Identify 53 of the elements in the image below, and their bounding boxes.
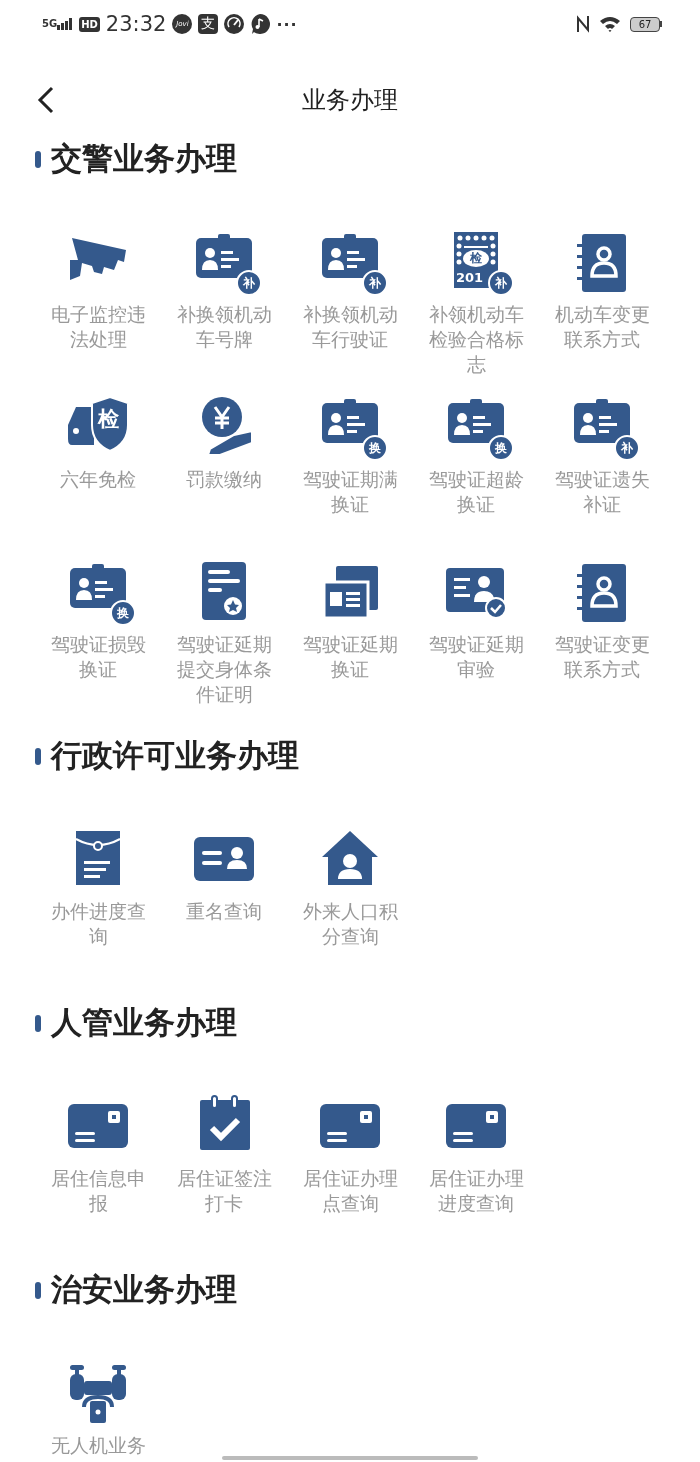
section-marker <box>35 1281 41 1299</box>
service-label[interactable]: 电子监控违法处理 <box>42 302 154 352</box>
section-marker <box>35 1014 41 1032</box>
back-icon[interactable] <box>36 86 56 114</box>
service-label[interactable]: 补领机动车检验合格标志 <box>420 302 532 377</box>
badge: 换 <box>362 435 388 461</box>
signal-icon <box>57 18 74 30</box>
shield-text: 检 <box>98 406 119 433</box>
more-indicator: ··· <box>276 14 298 34</box>
music-bubble-icon <box>250 14 271 34</box>
service-label[interactable]: 驾驶证期满换证 <box>294 467 406 517</box>
year-text: 201 <box>456 270 484 285</box>
service-label[interactable]: 罚款缴纳 <box>168 467 280 492</box>
service-label[interactable]: 驾驶证损毁换证 <box>42 632 154 682</box>
service-label[interactable]: 驾驶证变更联系方式 <box>546 632 658 682</box>
service-label[interactable]: 居住证签注打卡 <box>168 1166 280 1216</box>
gauge-icon <box>224 14 245 34</box>
section-marker <box>35 150 41 168</box>
service-label[interactable]: 居住信息申报 <box>42 1166 154 1216</box>
service-label[interactable]: 居住证办理进度查询 <box>420 1166 532 1216</box>
section-title: 人管业务办理 <box>51 1003 237 1042</box>
service-label[interactable]: 驾驶证遗失补证 <box>546 467 658 517</box>
service-label[interactable]: 六年免检 <box>42 467 154 492</box>
service-label[interactable]: 机动车变更联系方式 <box>546 302 658 352</box>
section-marker <box>35 747 41 765</box>
service-label[interactable]: 驾驶证延期审验 <box>420 632 532 682</box>
nfc-icon <box>576 15 590 33</box>
service-label[interactable]: 驾驶证超龄换证 <box>420 467 532 517</box>
service-label[interactable]: 补换领机动车号牌 <box>168 302 280 352</box>
badge: 换 <box>110 600 136 626</box>
hd-badge: HD <box>79 16 100 32</box>
network-type: 5G <box>42 18 58 29</box>
service-label[interactable]: 驾驶证延期换证 <box>294 632 406 682</box>
page-title: 业务办理 <box>302 85 398 116</box>
badge: 补 <box>614 435 640 461</box>
badge: 补 <box>488 270 514 296</box>
section-title: 行政许可业务办理 <box>51 736 299 775</box>
service-label[interactable]: 驾驶证延期提交身体条件证明 <box>168 632 280 707</box>
badge: 补 <box>362 270 388 296</box>
service-label[interactable]: 补换领机动车行驶证 <box>294 302 406 352</box>
service-label[interactable]: 无人机业务 <box>42 1433 154 1458</box>
section-title: 交警业务办理 <box>51 139 237 178</box>
badge: 换 <box>488 435 514 461</box>
service-label[interactable]: 居住证办理点查询 <box>294 1166 406 1216</box>
service-label[interactable]: 外来人口积分查询 <box>294 899 406 949</box>
pay-badge: 支 <box>198 14 219 34</box>
battery-level: 67 <box>630 16 660 32</box>
service-label[interactable]: 重名查询 <box>168 899 280 924</box>
badge: 补 <box>236 270 262 296</box>
clock: 23:32 <box>105 12 167 36</box>
section-title: 治安业务办理 <box>51 1270 237 1309</box>
service-label[interactable]: 办件进度查询 <box>42 899 154 949</box>
wifi-icon <box>600 16 620 32</box>
